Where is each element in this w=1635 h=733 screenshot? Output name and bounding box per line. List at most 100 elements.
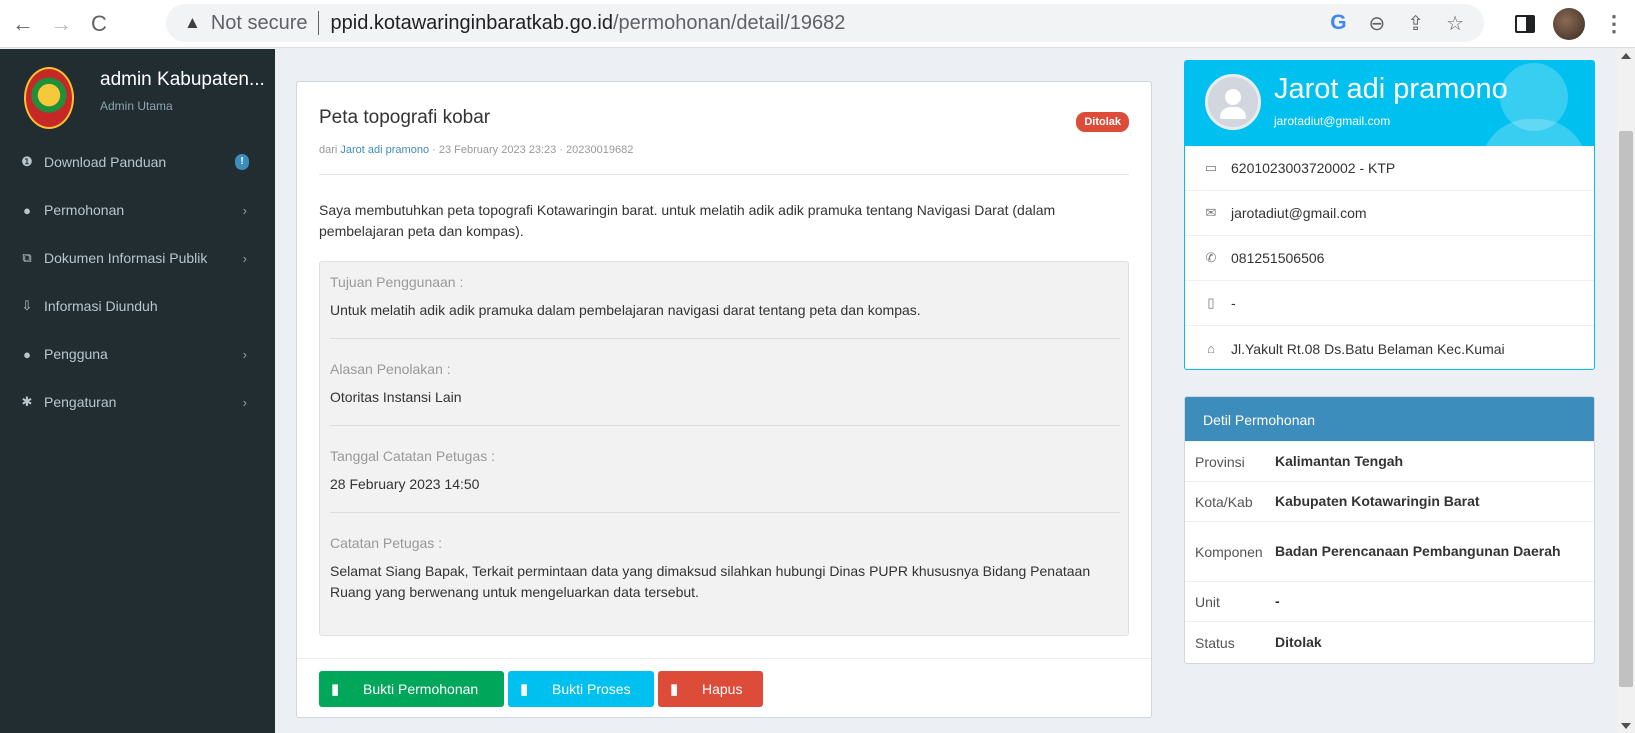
warning-icon[interactable]: ▲ [184, 13, 201, 33]
detail-header: Detil Permohonan [1185, 397, 1594, 441]
sidebar-item-informasi-diunduh[interactable]: ⇩ Informasi Diunduh [0, 282, 275, 330]
status-badge: Ditolak [1076, 112, 1129, 132]
menu-icon[interactable]: ⋮ [1603, 11, 1625, 37]
user-role: Admin Utama [100, 99, 173, 113]
sidebar-item-pengaturan[interactable]: ✱ Pengaturan › [0, 378, 275, 426]
detail-key: Unit [1195, 593, 1220, 610]
id-card-icon: ▭ [1204, 160, 1218, 175]
divider [330, 512, 1120, 513]
button-label: Bukti Permohonan [363, 681, 479, 697]
scrollbar-thumb[interactable] [1619, 131, 1633, 687]
detail-value: Badan Perencanaan Pembangunan Daerah [1275, 543, 1561, 559]
notification-badge: ! [235, 154, 249, 170]
detail-key: Kota/Kab [1195, 493, 1253, 510]
google-icon[interactable]: G [1330, 11, 1346, 35]
section-alasan-penolakan: Alasan Penolakan : Otoritas Instansi Lai… [330, 361, 1120, 408]
share-icon[interactable]: ⇪ [1407, 11, 1424, 36]
url-separator [317, 11, 319, 35]
sidebar-item-download-panduan[interactable]: ❶ Download Panduan ! [0, 138, 275, 186]
profile-row-text: 081251506506 [1231, 250, 1325, 266]
profile-row-phone: ✆ 081251506506 [1185, 236, 1594, 281]
url-text[interactable]: ppid.kotawaringinbaratkab.go.id/permohon… [331, 12, 846, 35]
users-icon: ● [23, 346, 31, 362]
sidebar-item-dokumen-informasi-publik[interactable]: ⧉ Dokumen Informasi Publik › [0, 234, 275, 282]
page-scrollbar[interactable] [1617, 49, 1635, 733]
divider [330, 338, 1120, 339]
section-label: Tujuan Penggunaan : [330, 274, 464, 290]
comments-icon: ● [23, 202, 31, 218]
security-label[interactable]: Not secure [211, 12, 308, 35]
detail-row-provinsi: Provinsi Kalimantan Tengah [1185, 441, 1594, 481]
zoom-icon[interactable]: ⊖ [1369, 11, 1386, 36]
hapus-button[interactable]: ▮ Hapus [658, 671, 763, 707]
profile-row-text: - [1231, 295, 1236, 311]
detail-row-komponen: Komponen Badan Perencanaan Pembangunan D… [1185, 521, 1594, 581]
avatar [1205, 74, 1261, 130]
envelope-icon: ✉ [1205, 205, 1217, 220]
request-title: Peta topografi kobar [319, 107, 491, 128]
side-panel-icon[interactable] [1515, 15, 1535, 33]
file-icon: ▮ [331, 681, 340, 698]
back-icon[interactable]: ← [8, 9, 38, 39]
phone-icon: ✆ [1205, 250, 1217, 265]
gear-icon: ✱ [21, 394, 33, 409]
detail-permohonan-box: Detil Permohonan Provinsi Kalimantan Ten… [1184, 396, 1595, 664]
detail-row-unit: Unit - [1185, 581, 1594, 621]
sidebar-item-pengguna[interactable]: ● Pengguna › [0, 330, 275, 378]
section-tujuan: Tujuan Penggunaan : Untuk melatih adik a… [330, 274, 1120, 321]
detail-key: Provinsi [1195, 453, 1245, 470]
profile-row-email: ✉ jarotadiut@gmail.com [1185, 191, 1594, 236]
section-catatan-petugas: Catatan Petugas : Selamat Siang Bapak, T… [330, 535, 1120, 603]
detail-key: Komponen [1195, 543, 1263, 560]
profile-name: Jarot adi pramono [1274, 73, 1508, 105]
section-label: Catatan Petugas : [330, 535, 443, 551]
request-description: Saya membutuhkan peta topografi Kotawari… [319, 202, 1056, 239]
omnibox-actions: G ⊖ ⇪ ☆ [1330, 4, 1464, 42]
sidebar-item-label: Permohonan [44, 202, 125, 218]
scroll-down-icon[interactable] [1621, 723, 1631, 729]
url-path: /permohonan/detail/19682 [612, 11, 846, 34]
file-icon: ▮ [520, 681, 529, 698]
detail-row-kota-kab: Kota/Kab Kabupaten Kotawaringin Barat [1185, 481, 1594, 521]
url-host: ppid.kotawaringinbaratkab.go.id [330, 11, 613, 34]
profile-row-address: ⌂ Jl.Yakult Rt.08 Ds.Batu Belaman Kec.Ku… [1185, 326, 1594, 369]
address-bar[interactable]: ▲ Not secure ppid.kotawaringinbaratkab.g… [166, 4, 1484, 42]
browser-toolbar: ← → C ▲ Not secure ppid.kotawaringinbara… [0, 0, 1635, 48]
user-panel: admin Kabupaten... Admin Utama [0, 49, 275, 138]
browser-actions: ⋮ [1515, 8, 1625, 40]
sidebar-item-permohonan[interactable]: ● Permohonan › [0, 186, 275, 234]
scroll-up-icon[interactable] [1621, 53, 1631, 59]
section-label: Alasan Penolakan : [330, 361, 451, 377]
detail-value: Kalimantan Tengah [1275, 453, 1404, 469]
star-icon[interactable]: ☆ [1446, 11, 1464, 36]
detail-value: Kabupaten Kotawaringin Barat [1275, 493, 1480, 509]
author-link[interactable]: Jarot adi pramono [340, 144, 429, 156]
forward-icon[interactable]: → [46, 9, 76, 39]
section-tanggal-catatan: Tanggal Catatan Petugas : 28 February 20… [330, 448, 1120, 495]
request-meta: dari Jarot adi pramono · 23 February 202… [319, 144, 633, 156]
meta-prefix: dari [319, 144, 338, 156]
chevron-right-icon: › [242, 202, 247, 218]
user-info: admin Kabupaten... Admin Utama [100, 69, 265, 113]
footer-divider [297, 658, 1151, 659]
reload-icon[interactable]: C [84, 9, 114, 39]
detail-value: - [1275, 593, 1280, 609]
detail-key: Status [1195, 634, 1235, 651]
sidebar-item-label: Download Panduan [44, 154, 167, 170]
profile-row-text: Jl.Yakult Rt.08 Ds.Batu Belaman Kec.Kuma… [1231, 340, 1505, 357]
button-label: Bukti Proses [552, 681, 631, 697]
chevron-right-icon: › [242, 250, 247, 266]
sidebar: admin Kabupaten... Admin Utama ❶ Downloa… [0, 49, 275, 733]
section-value: 28 February 2023 14:50 [330, 476, 480, 492]
home-icon: ⌂ [1207, 341, 1215, 356]
detail-value: Ditolak [1275, 634, 1322, 650]
info-icon: ❶ [21, 154, 33, 169]
chevron-right-icon: › [242, 346, 247, 362]
bukti-proses-button[interactable]: ▮ Bukti Proses [508, 671, 654, 707]
sidebar-item-label: Dokumen Informasi Publik [44, 250, 208, 266]
profile-avatar-icon[interactable] [1553, 8, 1585, 40]
trash-icon: ▮ [670, 681, 679, 698]
user-name: admin Kabupaten... [100, 69, 265, 90]
sidebar-item-label: Pengguna [44, 346, 108, 362]
bukti-permohonan-button[interactable]: ▮ Bukti Permohonan [319, 671, 504, 707]
